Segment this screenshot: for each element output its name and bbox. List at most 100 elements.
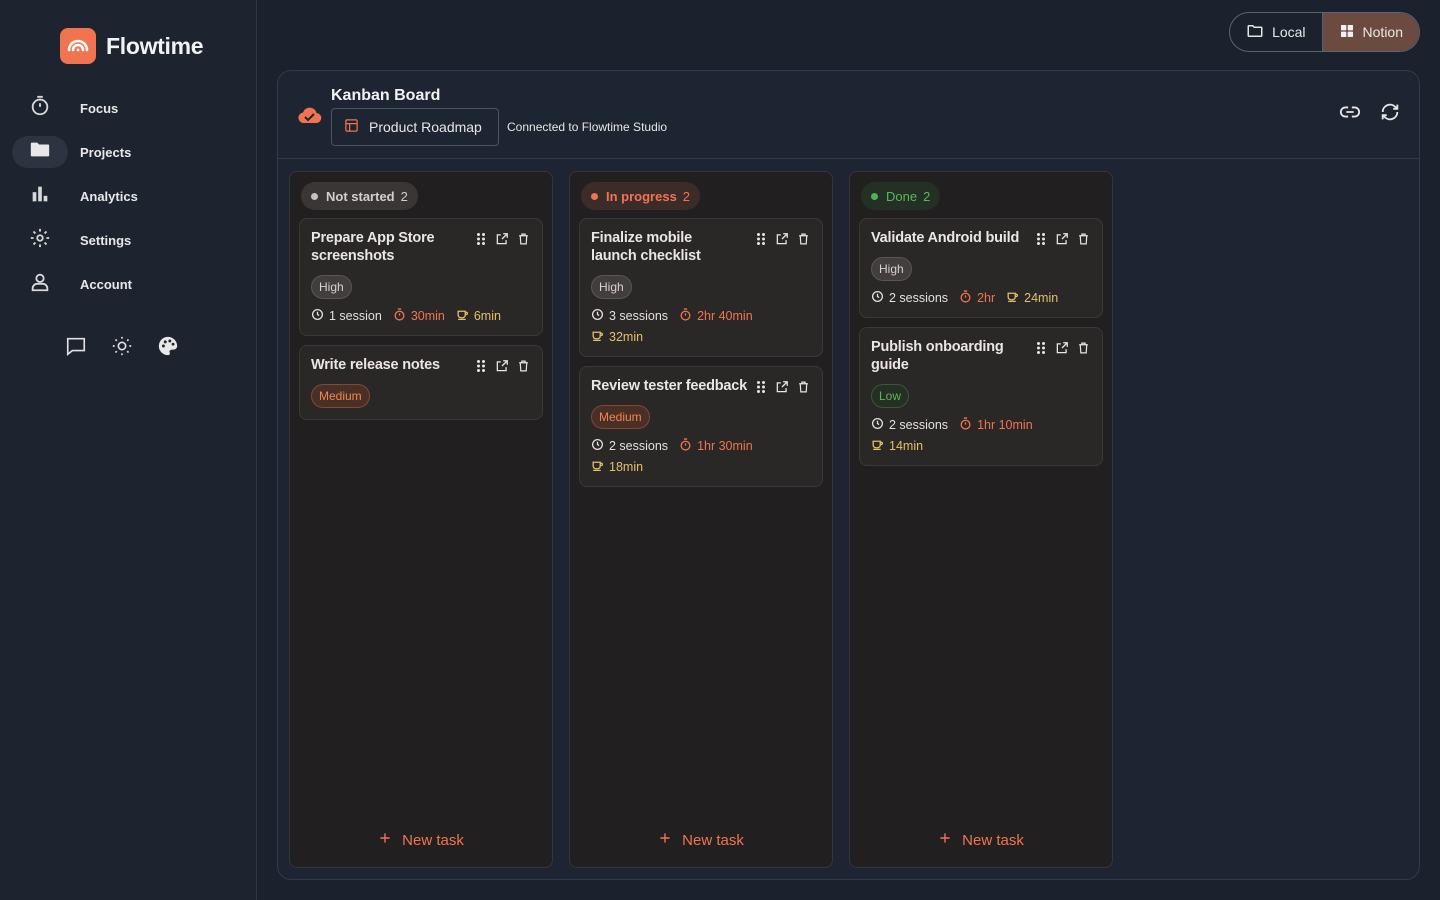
trash-icon[interactable]: [796, 380, 810, 394]
theme-toggle-button[interactable]: [106, 332, 138, 364]
connection-status: Connected to Flowtime Studio: [507, 120, 668, 134]
column-not-started: Not started 2 Prepare App Store screensho…: [289, 171, 553, 868]
open-external-icon[interactable]: [495, 359, 509, 373]
status-label: Not started: [326, 188, 395, 204]
trash-icon[interactable]: [516, 232, 530, 246]
database-selector[interactable]: Product Roadmap: [331, 108, 499, 146]
task-card[interactable]: Prepare App Store screenshots High 1 ses…: [299, 218, 543, 336]
task-title: Write release notes: [311, 357, 440, 373]
task-card[interactable]: Write release notes Medium: [299, 345, 543, 420]
column-in-progress: In progress 2 Finalize mobile launch chec…: [569, 171, 833, 868]
coffee-icon: [871, 438, 884, 454]
trash-icon[interactable]: [1076, 232, 1090, 246]
database-name: Product Roadmap: [369, 119, 482, 135]
drag-handle-icon[interactable]: [474, 232, 488, 246]
task-card[interactable]: Validate Android build High 2 sessions 2…: [859, 218, 1103, 318]
link-button[interactable]: [1339, 103, 1361, 125]
open-external-icon[interactable]: [495, 232, 509, 246]
coffee-icon: [591, 329, 604, 345]
palette-button[interactable]: [152, 332, 184, 364]
link-icon: [1339, 101, 1361, 128]
notion-source-button[interactable]: Notion: [1321, 13, 1419, 51]
sidebar-item-account[interactable]: Account: [12, 268, 244, 300]
local-label: Local: [1272, 24, 1306, 40]
break-time: 14min: [889, 438, 924, 453]
sync-icon: [1379, 101, 1401, 128]
cloud-done-icon: [296, 105, 322, 130]
plus-icon: [938, 831, 952, 849]
trash-icon[interactable]: [1076, 341, 1090, 355]
task-card[interactable]: Review tester feedback Medium 2 sessions…: [579, 366, 823, 487]
task-title: Finalize mobile launch checklist: [591, 230, 701, 264]
folder-outline-icon: [1246, 22, 1264, 43]
task-card[interactable]: Publish onboarding guide Low 2 sessions …: [859, 327, 1103, 466]
stopwatch-icon: [959, 289, 972, 306]
drag-handle-icon[interactable]: [754, 232, 768, 246]
trash-icon[interactable]: [796, 232, 810, 246]
feedback-button[interactable]: [60, 332, 92, 364]
plus-icon: [378, 831, 392, 849]
data-source-switch: Local Notion: [1229, 12, 1420, 52]
session-count: 2 sessions: [609, 438, 669, 453]
session-count: 2 sessions: [889, 417, 949, 432]
board-columns: Not started 2 Prepare App Store screensho…: [289, 171, 1113, 868]
priority-badge: High: [871, 257, 912, 281]
stopwatch-icon: [393, 307, 406, 324]
drag-handle-icon[interactable]: [1034, 341, 1048, 355]
open-external-icon[interactable]: [775, 232, 789, 246]
open-external-icon[interactable]: [1055, 232, 1069, 246]
clock-icon: [591, 438, 604, 454]
open-external-icon[interactable]: [775, 380, 789, 394]
task-card[interactable]: Finalize mobile launch checklist High 3 …: [579, 218, 823, 357]
priority-badge: Medium: [311, 384, 370, 408]
stopwatch-icon: [959, 416, 972, 433]
app-name: Flowtime: [106, 32, 204, 59]
drag-handle-icon[interactable]: [1034, 232, 1048, 246]
sidebar-item-focus[interactable]: Focus: [12, 92, 244, 124]
new-task-button[interactable]: New task: [290, 831, 552, 849]
plus-icon: [658, 831, 672, 849]
priority-badge: Medium: [591, 405, 650, 429]
sidebar-item-analytics[interactable]: Analytics: [12, 180, 244, 212]
clock-icon: [591, 308, 604, 324]
focus-time: 2hr 40min: [697, 308, 753, 323]
local-source-button[interactable]: Local: [1230, 13, 1321, 51]
session-count: 1 session: [329, 308, 382, 323]
drag-handle-icon[interactable]: [474, 359, 488, 373]
new-task-button[interactable]: New task: [570, 831, 832, 849]
new-task-button[interactable]: New task: [850, 831, 1112, 849]
priority-badge: Low: [871, 384, 910, 408]
sidebar-item-projects[interactable]: Projects: [12, 136, 244, 168]
notion-label: Notion: [1362, 24, 1403, 40]
priority-badge: High: [591, 275, 632, 299]
stopwatch-icon: [679, 437, 692, 454]
sync-button[interactable]: [1379, 103, 1401, 125]
sun-icon: [111, 335, 133, 362]
trash-icon[interactable]: [516, 359, 530, 373]
task-count: 2: [400, 188, 408, 204]
person-icon: [29, 271, 51, 298]
board-actions: [1339, 103, 1401, 125]
open-external-icon[interactable]: [1055, 341, 1069, 355]
sidebar: Flowtime Focus Projects Analytics Settin…: [0, 0, 257, 900]
drag-handle-icon[interactable]: [754, 380, 768, 394]
priority-badge: High: [311, 275, 352, 299]
clock-icon: [871, 290, 884, 306]
brand[interactable]: Flowtime: [60, 28, 204, 64]
board-header: Kanban Board Product Roadmap Connected t…: [278, 71, 1419, 159]
focus-time: 2hr: [977, 290, 996, 305]
new-task-label: New task: [402, 831, 464, 849]
status-chip: Done 2: [861, 182, 941, 210]
task-count: 2: [923, 188, 931, 204]
chat-icon: [65, 335, 87, 362]
sidebar-item-settings[interactable]: Settings: [12, 224, 244, 256]
flowtime-logo-icon: [60, 28, 96, 64]
task-count: 2: [682, 188, 691, 204]
sidebar-item-label: Settings: [80, 232, 132, 248]
table-icon: [344, 118, 359, 136]
break-time: 24min: [1024, 290, 1059, 305]
focus-time: 30min: [410, 308, 445, 323]
clock-icon: [311, 308, 324, 324]
coffee-icon: [591, 459, 604, 475]
sidebar-item-label: Account: [80, 276, 132, 292]
